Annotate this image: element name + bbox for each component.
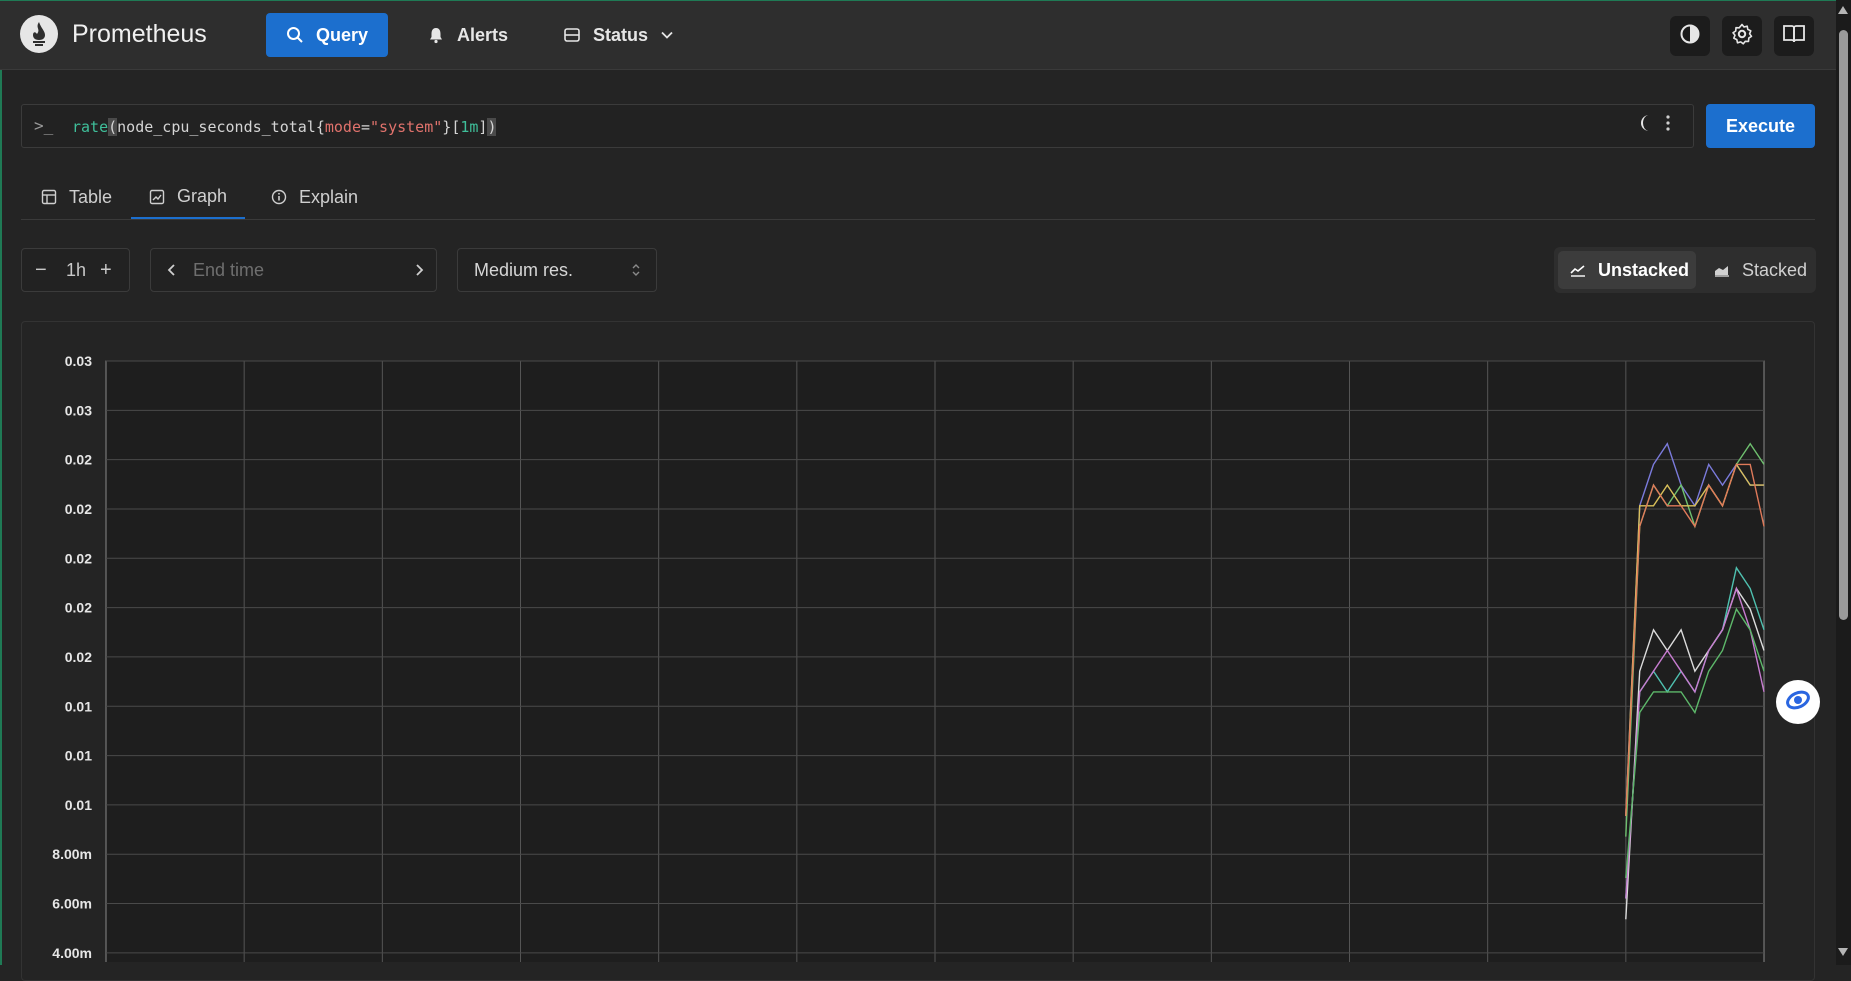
expression-text[interactable]: rate(node_cpu_seconds_total{mode="system…: [72, 118, 497, 136]
token-brace-close: }: [442, 118, 452, 136]
chevron-right-icon[interactable]: [413, 263, 425, 277]
select-arrows-icon: [630, 262, 642, 278]
settings-button[interactable]: [1722, 16, 1762, 56]
token-paren-close: ): [487, 118, 497, 136]
token-paren-open: (: [108, 118, 118, 136]
token-label-name: mode: [324, 118, 361, 136]
y-tick-label: 0.02: [65, 550, 92, 566]
graph-panel: 0.03 0.03 0.02 0.02 0.02 0.02 0.02 0.01 0.01 0.01…: [21, 321, 1815, 981]
nav-status-label: Status: [593, 24, 649, 45]
theme-toggle-button[interactable]: [1670, 16, 1710, 56]
tab-graph-label: Graph: [177, 186, 228, 206]
nav-query-button[interactable]: Query: [266, 13, 389, 57]
top-navbar: Prometheus Query Alerts Status: [0, 0, 1851, 70]
docs-button[interactable]: [1774, 16, 1814, 56]
token-range: 1m: [460, 118, 479, 136]
scroll-thumb[interactable]: [1839, 30, 1848, 620]
token-brace-open: {: [315, 118, 325, 136]
brand[interactable]: Prometheus: [20, 15, 207, 53]
line-chart-icon: [1570, 263, 1586, 277]
y-tick-label: 0.02: [65, 452, 92, 468]
y-tick-label: 0.03: [65, 353, 92, 369]
nav-alerts-label: Alerts: [457, 24, 509, 45]
unstacked-button[interactable]: Unstacked: [1558, 251, 1696, 289]
page-scrollbar[interactable]: [1836, 0, 1851, 965]
graph-icon: [149, 189, 165, 205]
terminal-prompt-icon: >_: [34, 116, 54, 135]
nav-query-label: Query: [316, 24, 369, 45]
resolution-select[interactable]: Medium res.: [457, 248, 657, 292]
nav-status-dropdown[interactable]: Status: [563, 13, 674, 57]
y-tick-label: 0.01: [65, 748, 92, 764]
y-tick-label: 4.00m: [52, 945, 92, 961]
unstacked-label: Unstacked: [1598, 259, 1690, 280]
search-icon: [286, 26, 304, 44]
info-icon: [271, 189, 287, 205]
resolution-value: Medium res.: [474, 259, 574, 280]
area-chart-icon: [1714, 263, 1730, 277]
tab-table[interactable]: Table: [41, 176, 112, 218]
token-metric: node_cpu_seconds_total: [117, 118, 316, 136]
stacked-button[interactable]: Stacked: [1702, 251, 1812, 289]
tab-graph[interactable]: Graph: [131, 176, 246, 219]
tab-explain-label: Explain: [299, 186, 359, 207]
bell-icon: [427, 26, 445, 44]
end-time-picker[interactable]: End time: [150, 248, 437, 292]
book-icon: [1782, 23, 1806, 50]
contrast-icon: [1679, 23, 1701, 50]
y-tick-label: 8.00m: [52, 846, 92, 862]
range-increase-button[interactable]: +: [100, 259, 112, 282]
y-tick-label: 0.01: [65, 698, 92, 714]
range-control: − 1h +: [21, 248, 130, 292]
app-title: Prometheus: [72, 19, 207, 48]
floating-assistant-button[interactable]: [1776, 680, 1820, 724]
token-function: rate: [72, 118, 109, 136]
y-tick-label: 6.00m: [52, 896, 92, 912]
expression-input[interactable]: >_ rate(node_cpu_seconds_total{mode="sys…: [21, 104, 1694, 148]
y-tick-label: 0.02: [65, 649, 92, 665]
stacked-label: Stacked: [1742, 259, 1808, 280]
table-icon: [41, 189, 57, 205]
time-series-chart[interactable]: 0.03 0.03 0.02 0.02 0.02 0.02 0.02 0.01 0.01 0.01…: [22, 322, 1814, 962]
y-tick-label: 0.02: [65, 501, 92, 517]
scroll-down-arrow-icon[interactable]: [1838, 948, 1848, 956]
token-label-value: "system": [370, 118, 443, 136]
range-value[interactable]: 1h: [66, 260, 86, 281]
y-tick-label: 0.02: [65, 600, 92, 616]
y-tick-label: 0.01: [65, 797, 92, 813]
token-range-open: [: [451, 118, 461, 136]
gear-icon: [1730, 22, 1754, 51]
prometheus-logo-icon: [20, 15, 58, 53]
tab-explain[interactable]: Explain: [271, 176, 358, 218]
window-edge: [0, 0, 2, 965]
loading-moon-icon: [1641, 114, 1653, 137]
tab-table-label: Table: [69, 186, 113, 207]
execute-button[interactable]: Execute: [1706, 104, 1815, 148]
more-options-icon[interactable]: [1665, 114, 1671, 137]
server-icon: [563, 26, 581, 44]
assistant-logo-icon: [1783, 685, 1813, 720]
view-tabs: Table Graph Explain: [21, 176, 1815, 220]
nav-alerts-button[interactable]: Alerts: [427, 13, 508, 57]
y-tick-label: 0.03: [65, 402, 92, 418]
chevron-down-icon: [660, 28, 674, 42]
chevron-left-icon[interactable]: [166, 263, 178, 277]
token-operator: =: [361, 118, 371, 136]
end-time-placeholder: End time: [193, 259, 265, 280]
range-decrease-button[interactable]: −: [35, 259, 47, 282]
scroll-up-arrow-icon[interactable]: [1838, 6, 1848, 14]
stack-mode-toggle: Unstacked Stacked: [1554, 247, 1816, 293]
